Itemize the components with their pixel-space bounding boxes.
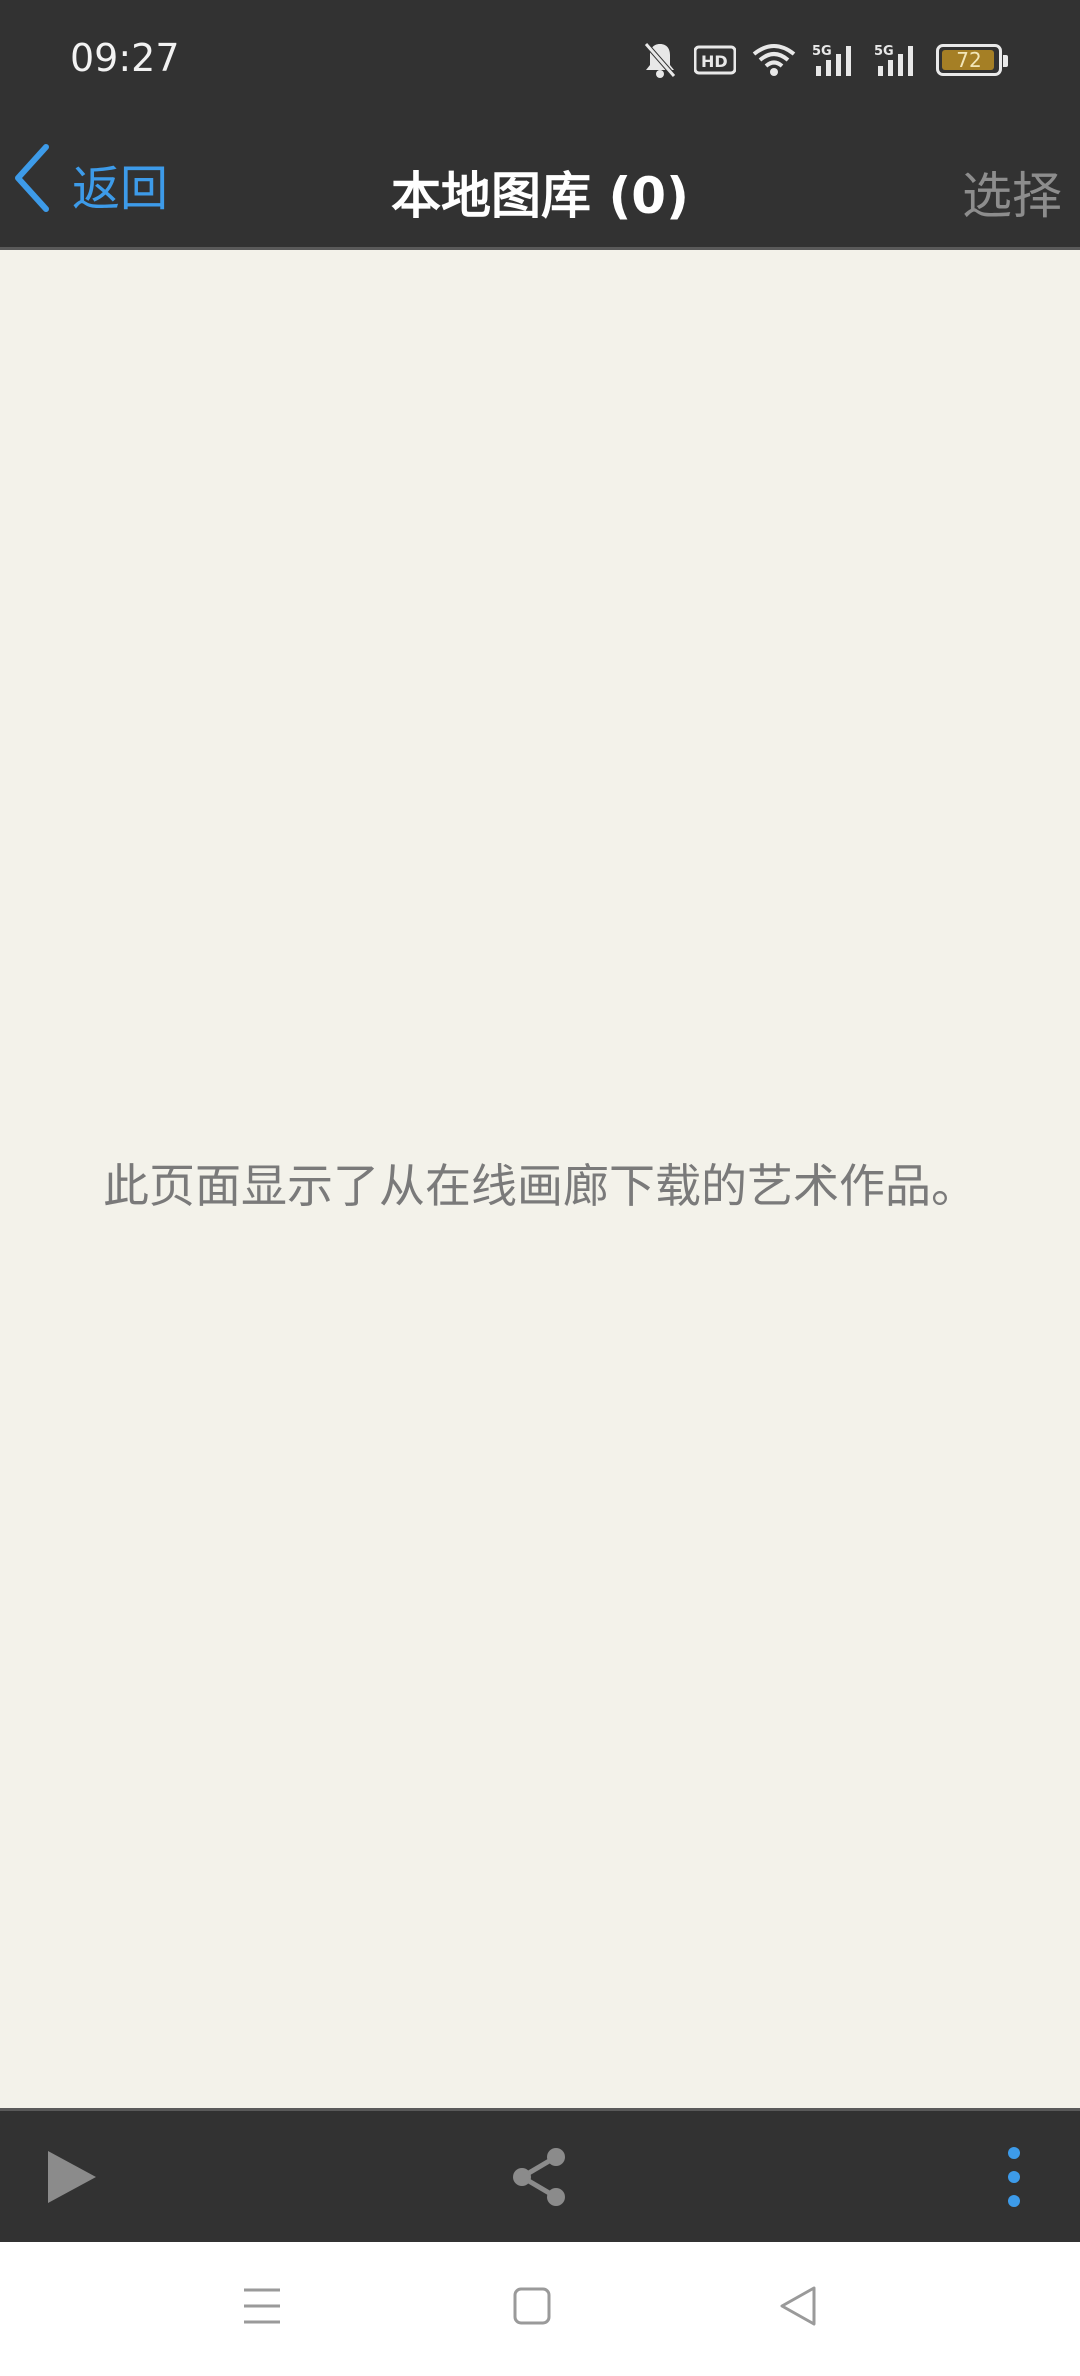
system-back-button[interactable]	[776, 2282, 820, 2334]
recent-apps-button[interactable]	[240, 2282, 284, 2334]
share-button[interactable]	[508, 2145, 572, 2213]
empty-state-message: 此页面显示了从在线画廊下载的艺术作品。	[103, 1159, 977, 1213]
wifi-icon	[752, 42, 796, 78]
share-icon	[508, 2148, 572, 2213]
svg-text:5G: 5G	[874, 44, 894, 59]
more-button[interactable]	[996, 2145, 1032, 2213]
play-button[interactable]	[44, 2145, 100, 2213]
svg-text:HD: HD	[701, 52, 728, 71]
battery-level: 72	[956, 48, 982, 72]
more-vertical-icon	[996, 2147, 1032, 2213]
5g-signal-icon: 5G	[874, 42, 920, 78]
status-bar: 09:27 HD 5G 5G 72	[0, 0, 1080, 118]
home-button[interactable]	[510, 2282, 554, 2334]
hd-icon: HD	[694, 45, 736, 75]
page-title: 本地图库 (0)	[391, 167, 689, 225]
gallery-content: 此页面显示了从在线画廊下载的艺术作品。	[0, 250, 1080, 2108]
system-nav-bar	[0, 2242, 1080, 2376]
svg-text:5G: 5G	[812, 44, 832, 59]
bell-off-icon	[642, 40, 678, 80]
status-time: 09:27	[70, 36, 180, 80]
play-icon	[44, 2151, 100, 2213]
battery-icon: 72	[936, 44, 1008, 76]
select-button[interactable]: 选择	[962, 156, 1062, 228]
menu-icon	[240, 2288, 284, 2334]
5g-signal-icon: 5G	[812, 42, 858, 78]
back-triangle-icon	[776, 2286, 820, 2334]
battery-tip	[1003, 55, 1008, 67]
nav-bar: 返回 本地图库 (0) 选择	[0, 118, 1080, 250]
bottom-toolbar	[0, 2108, 1080, 2242]
status-icons: HD 5G 5G 72	[642, 38, 1008, 82]
home-icon	[510, 2287, 554, 2334]
